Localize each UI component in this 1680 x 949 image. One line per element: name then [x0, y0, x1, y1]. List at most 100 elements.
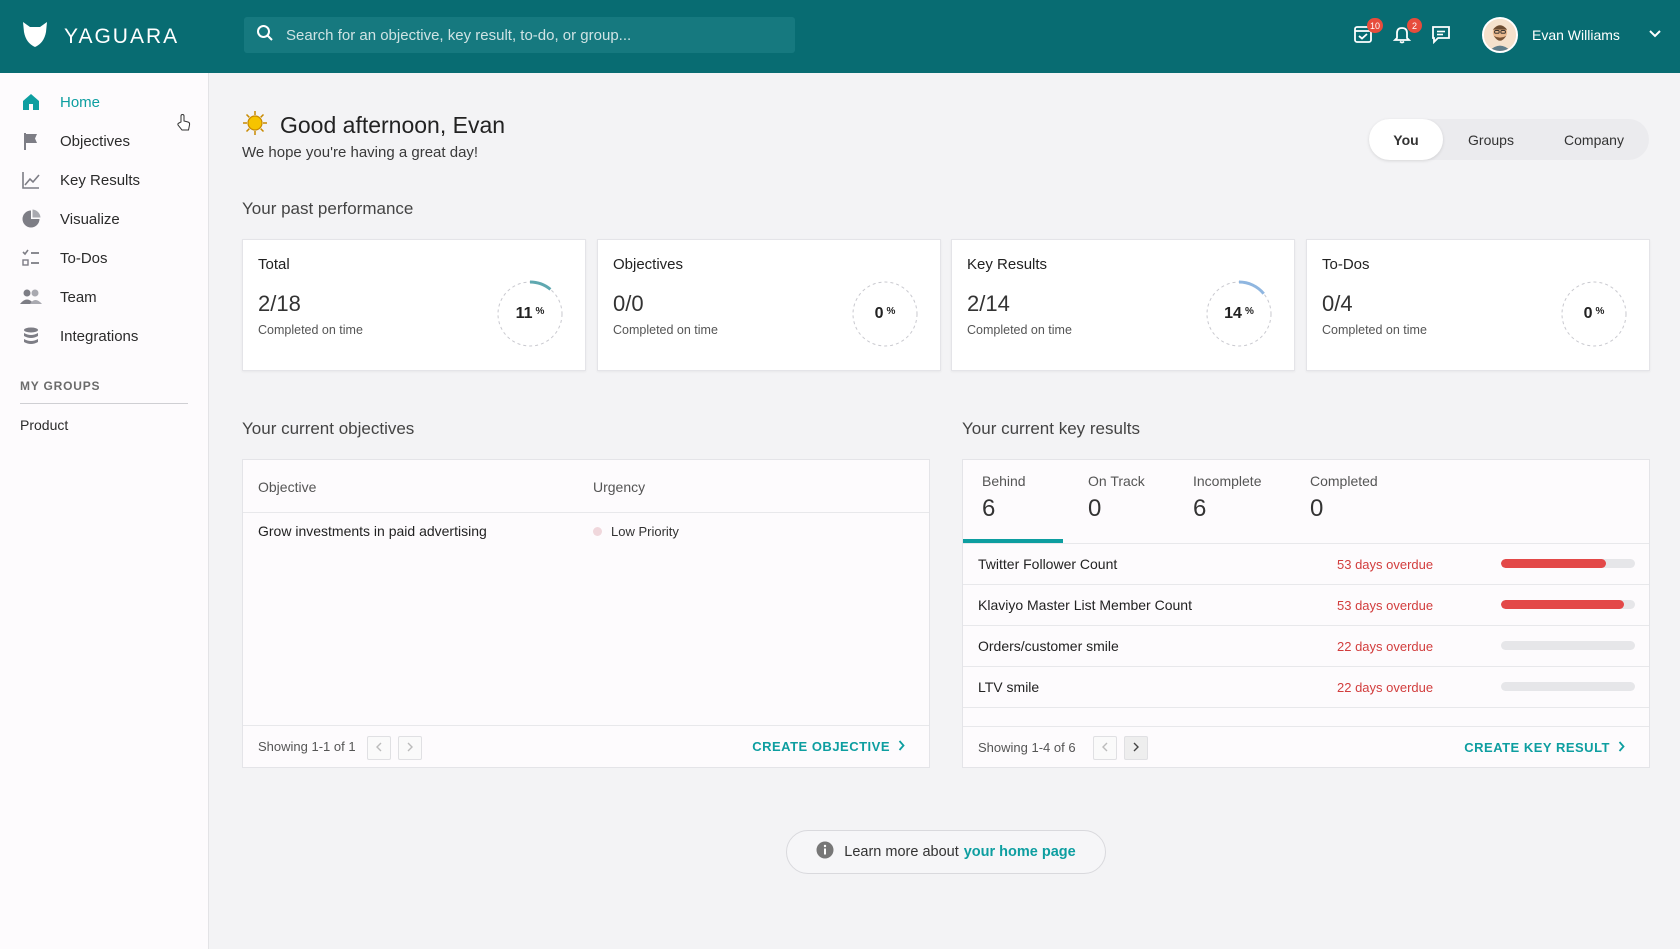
next-page-button[interactable] [398, 736, 422, 760]
chevron-left-icon [1101, 739, 1109, 757]
prev-page-button[interactable] [367, 736, 391, 760]
stat-label: To-Dos [1322, 256, 1370, 273]
notifications-badge: 2 [1407, 18, 1422, 33]
ring-percent: 14% [1224, 305, 1254, 322]
priority-dot [593, 527, 602, 536]
stat-sub: Completed on time [1322, 323, 1427, 337]
kr-tab-behind[interactable]: Behind 6 [982, 473, 1026, 523]
sidebar-item-key-results[interactable]: Key Results [20, 169, 140, 191]
column-header-objective[interactable]: Objective [258, 479, 316, 495]
user-name: Evan Williams [1532, 27, 1620, 43]
column-header-urgency[interactable]: Urgency [593, 479, 645, 495]
progress-bar [1501, 600, 1635, 609]
performance-heading: Your past performance [242, 199, 414, 218]
sidebar-item-visualize[interactable]: Visualize [20, 208, 120, 230]
scope-tab-you[interactable]: You [1369, 119, 1443, 160]
key-result-row[interactable]: LTV smile 22 days overdue [963, 667, 1649, 708]
prev-page-button[interactable] [1093, 736, 1117, 760]
key-result-name: Orders/customer smile [978, 638, 1119, 654]
urgency-label: Low Priority [611, 524, 679, 539]
sun-icon [242, 110, 268, 141]
group-item-product[interactable]: Product [20, 417, 68, 433]
chevron-right-icon [1132, 739, 1140, 757]
next-page-button[interactable] [1124, 736, 1148, 760]
stat-label: Total [258, 256, 290, 273]
page-title: Good afternoon, Evan [280, 112, 506, 138]
key-results-panel: Behind 6 On Track 0 Incomplete 6 Complet… [962, 459, 1650, 768]
create-objective-button[interactable]: CREATE OBJECTIVE [752, 739, 905, 754]
sidebar: Home Objectives Key Results Visualize To… [0, 73, 209, 949]
overdue-status: 22 days overdue [1337, 639, 1434, 654]
scope-tab-company[interactable]: Company [1539, 119, 1649, 160]
sidebar-item-label: To-Dos [60, 249, 108, 267]
kr-tab-label: Behind [982, 473, 1026, 489]
top-bar: YAGUARA 10 2 Evan Williams [0, 0, 1680, 73]
ring-percent: 0% [874, 305, 896, 322]
stat-value: 0/0 [613, 291, 644, 316]
kr-tab-label: On Track [1088, 473, 1145, 489]
sidebar-item-label: Team [60, 288, 97, 306]
sidebar-item-team[interactable]: Team [20, 286, 97, 308]
key-result-name: LTV smile [978, 679, 1040, 695]
ring-percent: 0% [1583, 305, 1605, 322]
home-page-help-link[interactable]: your home page [964, 844, 1076, 860]
key-result-row[interactable]: Orders/customer smile 22 days overdue [963, 626, 1649, 667]
progress-bar [1501, 559, 1635, 568]
messages-button[interactable] [1428, 23, 1454, 49]
info-icon [816, 841, 834, 863]
stat-card-key-results: Key Results 2/14 Completed on time 14% [951, 239, 1295, 371]
scope-tab-groups[interactable]: Groups [1443, 119, 1539, 160]
sidebar-item-integrations[interactable]: Integrations [20, 325, 138, 347]
progress-ring: 11% [495, 279, 565, 349]
stat-label: Key Results [967, 256, 1048, 273]
divider [243, 725, 929, 726]
search-bar[interactable] [244, 17, 795, 53]
key-result-row[interactable]: Twitter Follower Count 53 days overdue [963, 544, 1649, 585]
progress-ring: 0% [1559, 279, 1629, 349]
chevron-left-icon [375, 739, 383, 757]
objective-row-name[interactable]: Grow investments in paid advertising [258, 523, 487, 539]
kr-tab-count: 0 [1088, 495, 1102, 522]
progress-ring: 0% [850, 279, 920, 349]
flag-icon [20, 130, 42, 152]
kr-tab-completed[interactable]: Completed 0 [1310, 473, 1378, 523]
kr-tab-count: 6 [982, 495, 996, 522]
urgency-badge: Low Priority [593, 524, 679, 539]
greeting-subtitle: We hope you're having a great day! [242, 144, 479, 161]
key-result-row[interactable]: Klaviyo Master List Member Count 53 days… [963, 585, 1649, 626]
pagination-info: Showing 1-4 of 6 [978, 740, 1076, 755]
kr-tab-on-track[interactable]: On Track 0 [1088, 473, 1145, 523]
tasks-badge: 10 [1366, 18, 1383, 33]
create-objective-label: CREATE OBJECTIVE [752, 739, 890, 754]
stat-value: 2/14 [967, 291, 1010, 316]
brand-name: YAGUARA [64, 24, 180, 48]
sidebar-item-label: Integrations [60, 327, 139, 345]
create-key-result-button[interactable]: CREATE KEY RESULT [1464, 740, 1625, 755]
scope-switcher: You Groups Company [1369, 119, 1649, 160]
learn-more-banner: Learn more about your home page [786, 830, 1106, 874]
key-results-heading: Your current key results [962, 419, 1140, 438]
pagination-info: Showing 1-1 of 1 [258, 739, 356, 754]
chevron-down-icon [1648, 26, 1662, 44]
greeting: Good afternoon, Evan [242, 110, 505, 141]
overdue-status: 22 days overdue [1337, 680, 1434, 695]
chevron-right-icon [406, 739, 414, 757]
objectives-heading: Your current objectives [242, 419, 415, 438]
line-chart-icon [20, 169, 42, 191]
progress-fill [1501, 600, 1625, 609]
notifications-button[interactable]: 2 [1389, 18, 1422, 49]
brand[interactable]: YAGUARA [20, 19, 179, 54]
pie-chart-icon [20, 208, 42, 230]
key-result-name: Klaviyo Master List Member Count [978, 597, 1192, 613]
stat-card-total: Total 2/18 Completed on time 11% [242, 239, 586, 371]
tasks-button[interactable]: 10 [1350, 18, 1383, 49]
objectives-panel: Objective Urgency Grow investments in pa… [242, 459, 930, 768]
stat-sub: Completed on time [967, 323, 1072, 337]
search-input[interactable] [286, 26, 766, 44]
sidebar-item-objectives[interactable]: Objectives [20, 130, 130, 152]
stat-card-objectives: Objectives 0/0 Completed on time 0% [597, 239, 941, 371]
sidebar-item-todos[interactable]: To-Dos [20, 247, 108, 269]
user-menu[interactable]: Evan Williams [1482, 17, 1662, 53]
sidebar-item-home[interactable]: Home [20, 91, 100, 113]
kr-tab-incomplete[interactable]: Incomplete 6 [1193, 473, 1261, 523]
